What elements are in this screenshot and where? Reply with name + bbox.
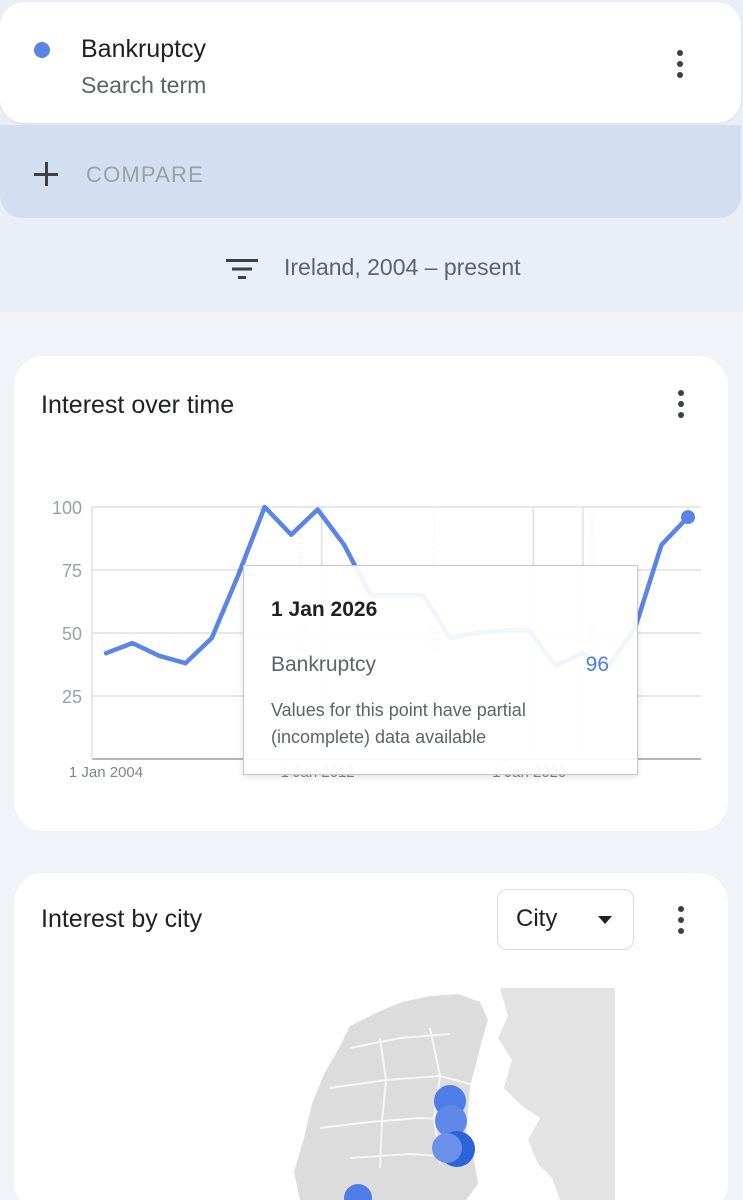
data-point[interactable] bbox=[288, 532, 294, 538]
tooltip-value: 96 bbox=[585, 653, 609, 676]
tooltip-date: 1 Jan 2026 bbox=[271, 598, 378, 621]
data-point[interactable] bbox=[103, 650, 109, 656]
region-type-dropdown-value: City bbox=[516, 905, 558, 932]
ireland-city-map[interactable] bbox=[290, 988, 615, 1200]
data-point[interactable] bbox=[341, 542, 347, 548]
chart-tooltip: 1 Jan 2026 Bankruptcy 96 Values for this… bbox=[243, 565, 638, 775]
data-point[interactable] bbox=[129, 640, 135, 646]
city-more-options-icon[interactable] bbox=[666, 900, 696, 940]
highlighted-data-point[interactable] bbox=[681, 510, 695, 525]
x-tick-label: 1 Jan 2004 bbox=[69, 764, 143, 781]
y-tick-label: 75 bbox=[62, 561, 82, 581]
city-marker[interactable] bbox=[432, 1133, 462, 1163]
dropdown-caret-icon bbox=[598, 916, 612, 924]
data-point[interactable] bbox=[235, 572, 241, 578]
data-point[interactable] bbox=[315, 507, 321, 513]
y-tick-label: 25 bbox=[62, 687, 82, 707]
interest-by-city-title: Interest by city bbox=[41, 905, 203, 933]
region-type-dropdown[interactable]: City bbox=[497, 889, 634, 950]
y-tick-label: 100 bbox=[52, 498, 82, 518]
data-point[interactable] bbox=[182, 660, 188, 666]
tooltip-term: Bankruptcy bbox=[271, 653, 377, 676]
y-tick-label: 50 bbox=[62, 624, 82, 644]
data-point[interactable] bbox=[262, 504, 268, 510]
data-point[interactable] bbox=[209, 635, 215, 641]
data-point[interactable] bbox=[659, 542, 665, 548]
tooltip-partial-data-note: Values for this point have partial (inco… bbox=[271, 700, 526, 747]
data-point[interactable] bbox=[156, 653, 162, 659]
